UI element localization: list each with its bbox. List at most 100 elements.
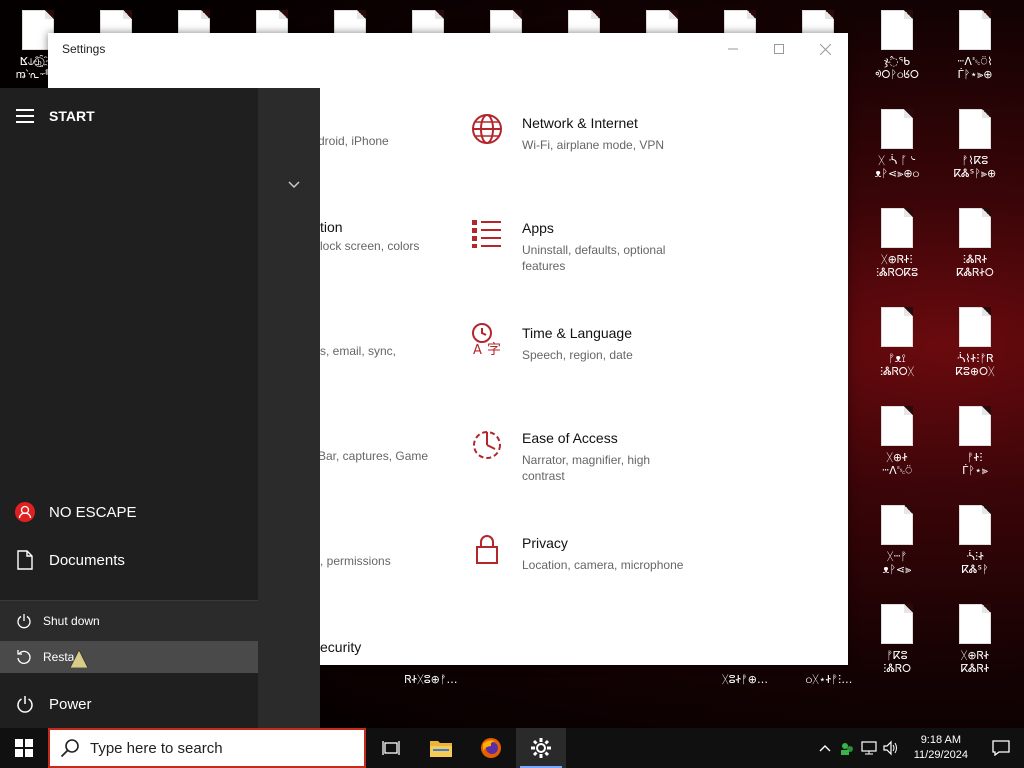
setting-desc: Narrator, magnifier, high contrast [522,453,651,483]
file-explorer-button[interactable] [416,728,466,768]
task-view-button[interactable] [366,728,416,768]
desktop-file-label: ᚷ⊕ᏒᏐ [960,649,990,662]
desktop-file-icon[interactable]: ᚷ ᔂ ᚪ ᔈ ᴥᚹ⋖⫸⊕⭘ [858,109,936,180]
settings-network-internet[interactable]: Network & Internet Wi-Fi, airplane mode,… [470,113,692,153]
desktop-file-icon[interactable]: ᚡᴥ⟟ ⵗᏜᏒ⭘ᚷ [858,307,936,378]
file-icon [881,406,913,446]
firefox-button[interactable] [466,728,516,768]
restart-option[interactable]: Resta [0,641,258,673]
file-icon [959,505,991,545]
svg-text:A: A [473,343,482,355]
close-button[interactable] [802,33,848,65]
notification-icon [992,740,1010,756]
power-submenu: Shut down Resta [0,600,258,673]
desktop-file-icon[interactable]: ᔂⵗᏐ ⴽᏜᔆᚹ [936,505,1014,576]
settings-apps[interactable]: Apps Uninstall, defaults, optional featu… [470,218,692,274]
desktop-file-icon[interactable]: ᚡⴽⵓ ⵗᏜᏒ⭘ [858,604,936,675]
setting-title: Ease of Access [522,430,618,446]
taskbar-search[interactable] [48,728,366,768]
start-documents[interactable]: Documents [0,536,258,584]
firefox-icon [481,738,501,758]
desktop-file-label: ᚷ⊕Ꮠ [886,451,908,464]
desktop-file-label: ⵗᏜᏒᏐ [962,253,988,266]
settings-time-language[interactable]: A字 Time & Language Speech, region, date [470,323,692,363]
file-icon [881,10,913,50]
file-icon [881,505,913,545]
settings-taskbar-button[interactable] [516,728,566,768]
network-icon[interactable] [858,740,880,756]
hamburger-icon[interactable] [16,109,34,123]
shutdown-option[interactable]: Shut down [0,605,258,637]
start-header[interactable]: START [16,108,95,124]
minimize-icon [728,48,738,50]
desktop-file-icon[interactable]: ᚡ⌇ⴽⵓ ⴽᏜᔆᚹ⫸⊕ [936,109,1014,180]
setting-title: Time & Language [522,325,632,341]
partial-desc-accounts: s, email, sync, [320,344,397,358]
partial-title-personalization[interactable]: tion [320,219,343,235]
notifications-button[interactable] [978,740,1024,756]
desktop-file-icon[interactable]: ⵗᏜᏒᏐ ⴽᏜᏒᏐ⭘ [936,208,1014,279]
desktop-file-label: ᔂ⌇ᏐⵗᚡᏒ [956,352,994,365]
desktop-file-icon[interactable]: ᚡᏐⵗ ᒦᚹ⋆⫸ [936,406,1014,477]
desktop-file-label: ⵈᐱ␛⍥ [881,464,912,477]
file-icon [881,208,913,248]
minimize-button[interactable] [710,33,756,65]
desktop-file-label: ᴥᚹ⋖⫸ [882,563,912,576]
chevron-up-icon[interactable] [814,744,836,752]
partial-title-update-security[interactable]: ecurity [320,639,361,655]
file-icon [959,406,991,446]
task-view-icon [382,741,400,755]
desktop-file-label: ᏒᏐᚷⵓ⊕ᚡ… [404,673,458,686]
search-icon [60,739,79,758]
shutdown-label: Shut down [43,614,100,628]
desktop-file-label: ᚷⵓᏐᚡ⊕… [722,673,768,686]
desktop-file-label: ᚡ⌇ⴽⵓ [961,154,989,167]
start-power[interactable]: Power [0,680,258,728]
restart-icon [14,649,34,665]
maximize-button[interactable] [756,33,802,65]
people-tray-icon[interactable] [836,740,858,756]
desktop-file-icon[interactable]: ᚷ⊕ᏒᏐ ⴽᏜᏒᏐ [936,604,1014,675]
lock-icon [470,533,504,567]
start-user-account[interactable]: NO ESCAPE [0,488,258,536]
desktop-file-icon[interactable]: ᚷⵈᚡ ᴥᚹ⋖⫸ [858,505,936,576]
desktop-file-icon[interactable]: ⵈᐱ␛⍥⌇ ᒦᚹ⋆⫸⊕ [936,10,1014,81]
settings-ease-of-access[interactable]: Ease of Access Narrator, magnifier, high… [470,428,692,484]
desktop-file-label: ⭘ᚷ⋆Ꮠᚡⵗ… [805,673,853,686]
desktop-file-label: ᔂⵗᏐ [966,550,984,563]
volume-icon[interactable] [880,740,902,756]
desktop-file-label: ᴥᚹ⋖⫸⊕⭘ [874,167,920,180]
desktop-file-label: ⵈᐱ␛⍥⌇ [957,55,993,68]
maximize-icon [774,44,784,54]
globe-icon [470,113,504,147]
file-icon [959,208,991,248]
desktop-file-icon[interactable]: ᔂ⌇ᏐⵗᚡᏒ ⴽⵓ⊕⭘ᚷ [936,307,1014,378]
desktop-file-label: ᢀ⭘ᚹ⭘ᖉ⭘ [875,68,919,81]
ease-of-access-icon [470,428,504,462]
windows-logo-icon [15,739,33,757]
file-icon [959,10,991,50]
desktop-file-label: ⴽᏜᔆᚹ⫸⊕ [953,167,997,180]
gear-icon [531,738,551,758]
windows-start-button[interactable] [0,728,48,768]
settings-titlebar[interactable]: Settings [48,33,848,65]
chevron-down-icon[interactable] [288,178,300,192]
settings-privacy[interactable]: Privacy Location, camera, microphone [470,533,692,573]
desktop-file-icon[interactable]: ᚷ⊕ᏒᏐⵗ ⵗᏜᏒ⭘ⴽⵓ [858,208,936,279]
file-icon [959,109,991,149]
desktop-file-icon[interactable]: ᚷ⊕Ꮠ ⵈᐱ␛⍥ [858,406,936,477]
desktop-file-icon[interactable]: ჯ߮ᖃ ᢀ⭘ᚹ⭘ᖉ⭘ [858,10,936,81]
close-icon [819,43,831,55]
document-icon [14,549,36,571]
user-avatar-icon [14,501,36,523]
file-icon [881,307,913,347]
taskbar-clock[interactable]: 9:18 AM 11/29/2024 [914,733,968,763]
taskbar: 9:18 AM 11/29/2024 [0,728,1024,768]
svg-text:字: 字 [487,342,501,355]
desktop-file-label: ⴽⵓ⊕⭘ᚷ [955,365,995,378]
cursor-icon [69,648,90,671]
search-input[interactable] [90,739,340,757]
setting-title: Privacy [522,535,568,551]
desktop-file-label: ᚷⵈᚡ [886,550,908,563]
desktop-file-label: ᒦᚹ⋆⫸ [962,464,988,477]
